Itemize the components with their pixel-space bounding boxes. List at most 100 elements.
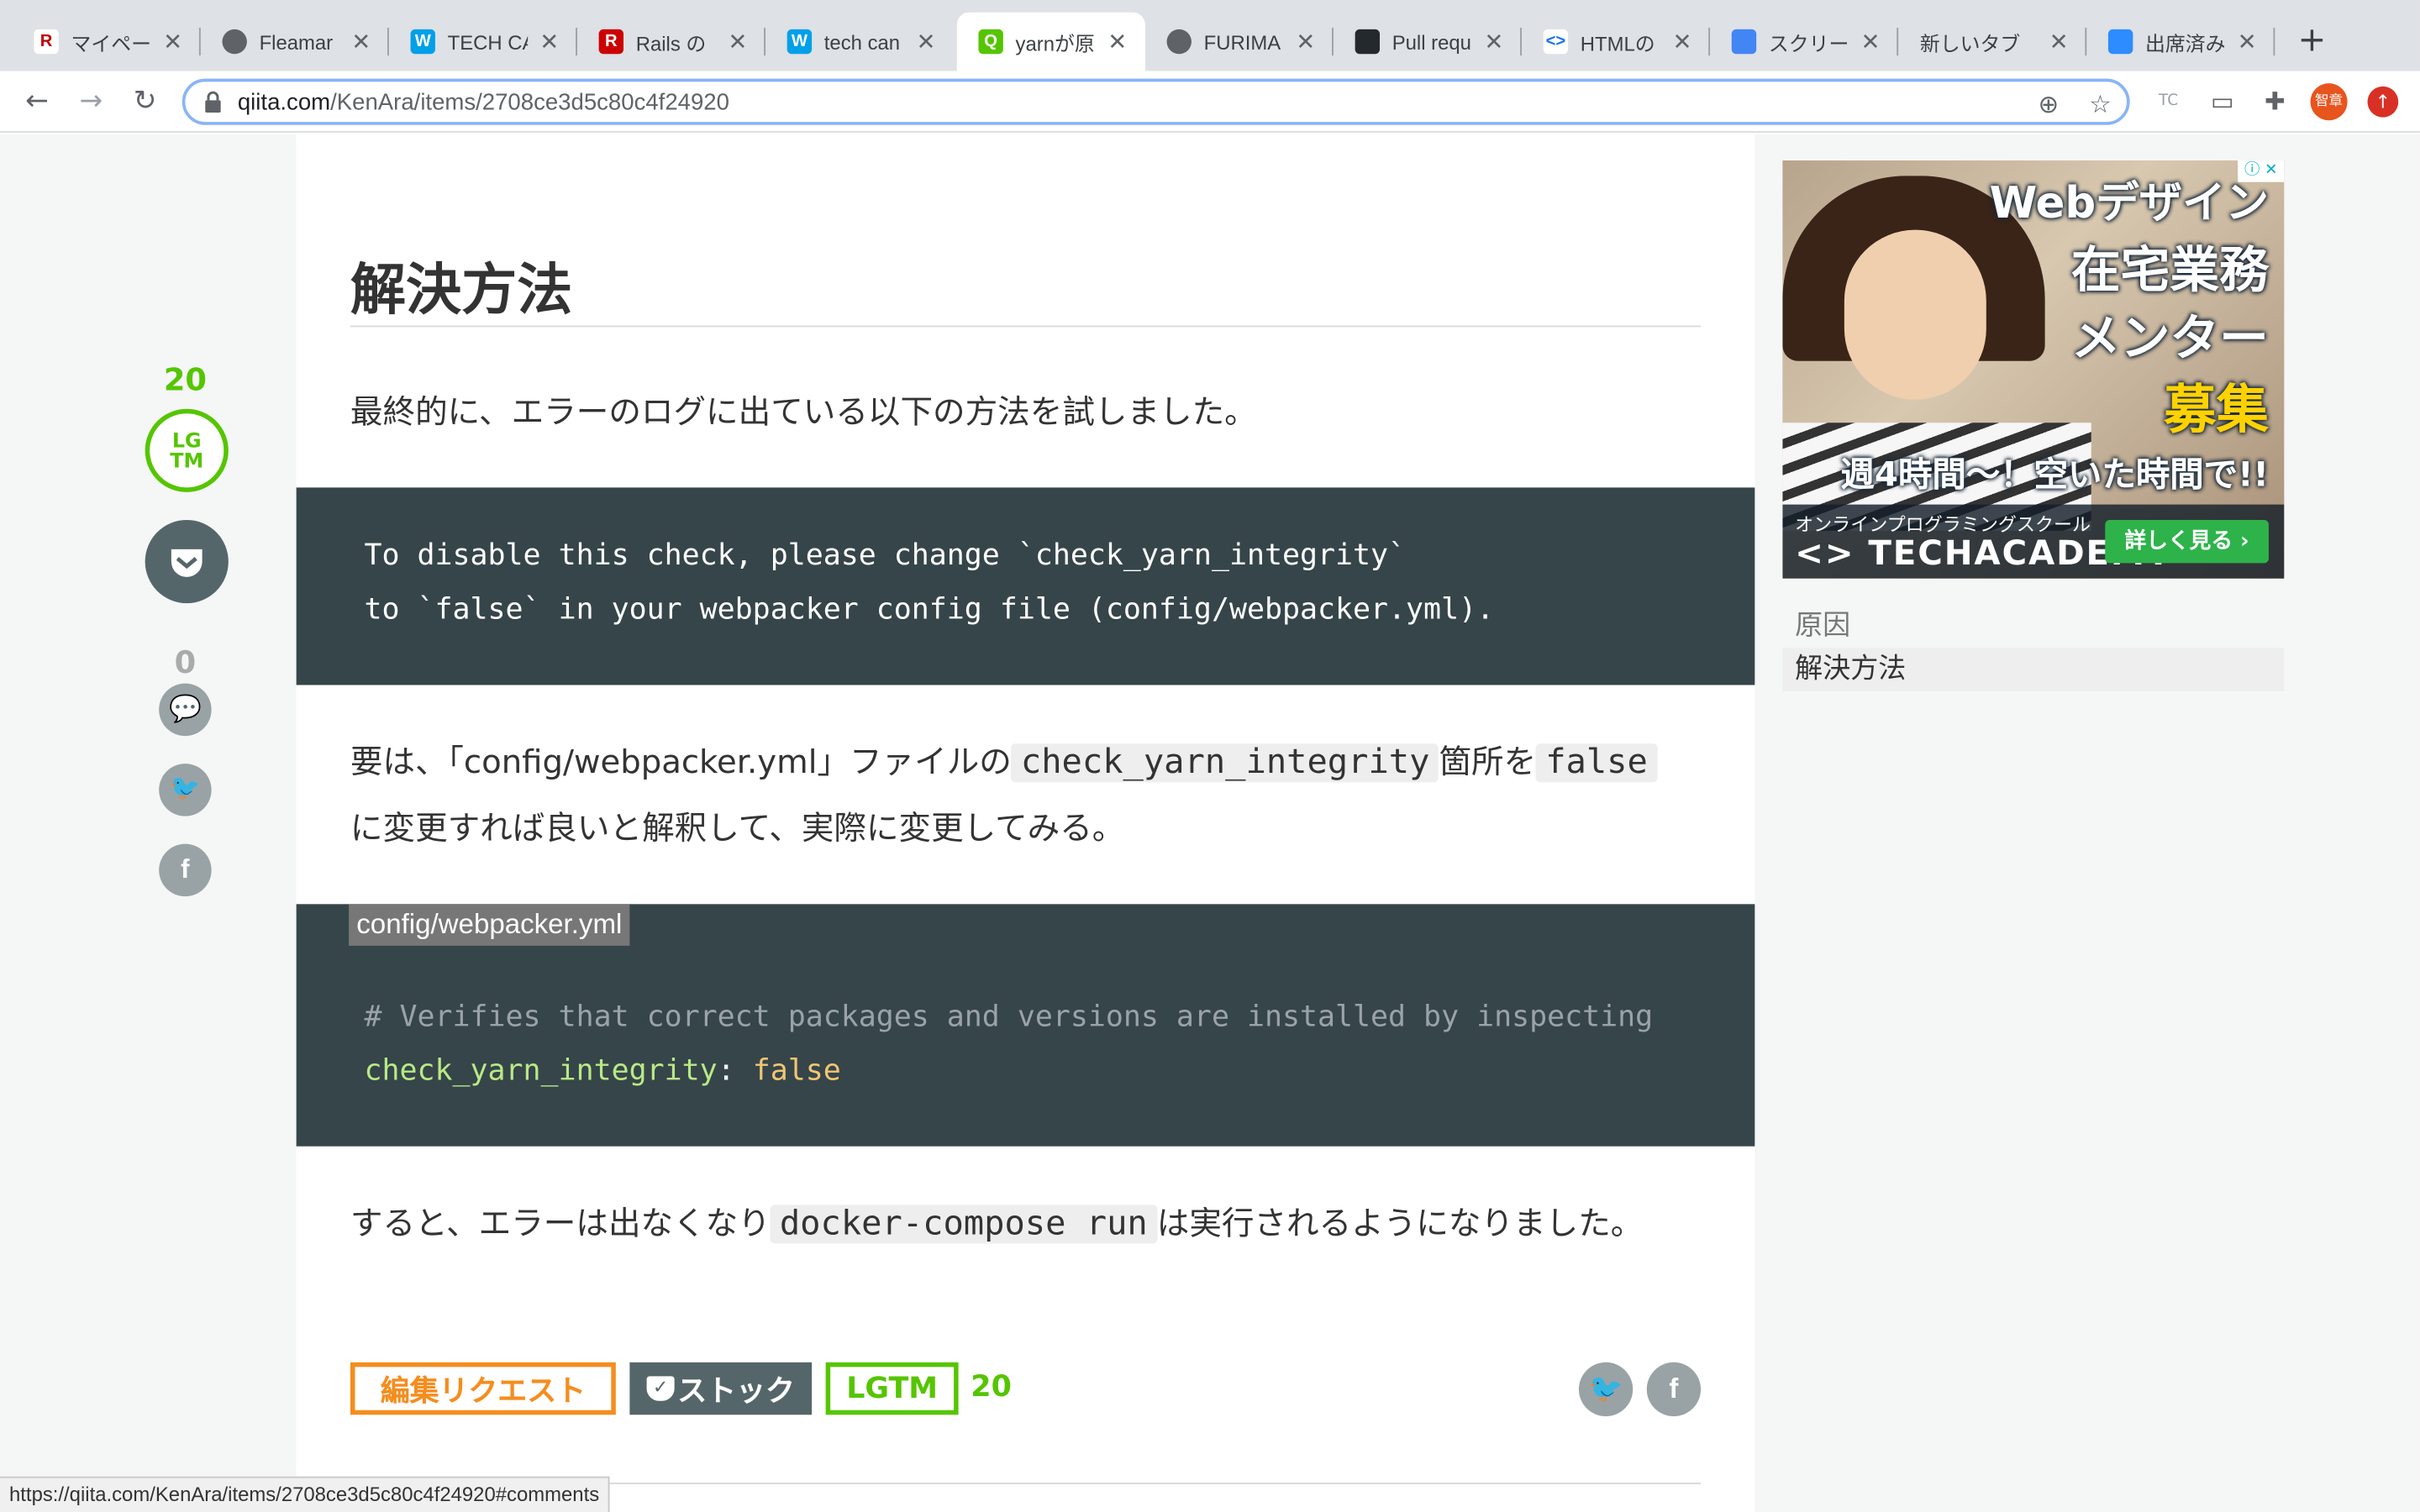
tab-close-icon[interactable]: ✕ xyxy=(725,28,750,55)
share-facebook-icon[interactable]: f xyxy=(1646,1362,1702,1417)
tab-separator xyxy=(1520,28,1522,56)
tab-close-icon[interactable]: ✕ xyxy=(1670,28,1694,55)
add-icon[interactable]: ⊕ xyxy=(2039,90,2060,119)
tab-title: FURIMA xyxy=(1203,29,1281,54)
tab-favicon-icon: W xyxy=(786,29,813,55)
cast-icon[interactable]: ▭ xyxy=(2207,86,2238,118)
twitter-icon[interactable]: 🐦 xyxy=(159,764,212,816)
paragraph-3: すると、エラーは出なくなり docker-compose run は実行されるように… xyxy=(350,1199,1643,1245)
address-bar[interactable]: qiita.com/KenAra/items/2708ce3d5c80c4f24… xyxy=(182,78,2130,125)
stock-label: ストック xyxy=(677,1373,795,1408)
tab-strip: 出席済み ✕ 新しいタブ ✕ スクリー ✕ <> HTMLの ✕ Pull requ ✕ FURIMA… xyxy=(0,0,2420,71)
lgtm-article-button[interactable]: LGTM xyxy=(825,1362,959,1415)
tab-title: HTMLの xyxy=(1580,31,1655,55)
status-bar-url: https://qiita.com/KenAra/items/2708ce3d5… xyxy=(0,1476,611,1512)
tab-title: Fleamar xyxy=(259,29,334,54)
browser-window: 出席済み ✕ 新しいタブ ✕ スクリー ✕ <> HTMLの ✕ Pull requ ✕ FURIMA… xyxy=(0,0,2420,1512)
code-line: To disable this check, please change `ch… xyxy=(364,538,1407,573)
extension-tc-icon[interactable]: TC xyxy=(2153,86,2184,118)
browser-tab[interactable]: R Rails の ✕ xyxy=(577,13,766,71)
browser-tab[interactable]: Qyarnが原 ✕ xyxy=(956,12,1145,71)
tab-separator xyxy=(576,28,577,56)
comment-count: 0 xyxy=(174,643,197,680)
yaml-value: false xyxy=(752,1053,841,1088)
toc-item-active[interactable]: 解決方法 xyxy=(1782,648,2285,691)
tab-close-icon[interactable]: ✕ xyxy=(160,28,185,55)
browser-tab[interactable]: <> HTMLの ✕ xyxy=(1522,13,1711,71)
heading-divider xyxy=(350,325,1702,328)
bookmark-star-icon[interactable]: ☆ xyxy=(2089,90,2111,119)
tab-separator xyxy=(2085,28,2087,56)
text: 箇所を xyxy=(1439,743,1537,781)
text: すると、エラーは出なくなり xyxy=(350,1205,771,1242)
inline-code: docker-compose run xyxy=(770,1205,1157,1244)
ad-text: メンター xyxy=(2070,308,2269,368)
tab-title: Rails の xyxy=(635,31,707,55)
ad-school: オンラインプログラミングスクール xyxy=(1795,513,2091,536)
lgtm-count: 20 xyxy=(163,360,207,398)
stock-button[interactable] xyxy=(145,519,229,604)
tab-close-icon[interactable]: ✕ xyxy=(1858,28,1882,55)
tab-separator xyxy=(387,28,389,56)
browser-tab[interactable]: スクリー ✕ xyxy=(1710,13,1899,71)
tab-close-icon[interactable]: ✕ xyxy=(537,28,561,55)
tab-favicon-icon: R xyxy=(598,29,624,55)
extensions-puzzle-icon[interactable]: ✚ xyxy=(2259,86,2291,118)
update-icon[interactable]: ↑ xyxy=(2367,86,2399,118)
code-block-yaml: config/webpacker.yml # Verifies that cor… xyxy=(296,904,1755,1147)
url-path: /KenAra/items/2708ce3d5c80c4f24920 xyxy=(330,89,729,116)
url-host: qiita.com xyxy=(237,89,331,116)
tab-separator xyxy=(1897,28,1899,56)
facebook-icon[interactable]: f xyxy=(159,843,212,897)
url-text[interactable]: qiita.com/KenAra/items/2708ce3d5c80c4f24… xyxy=(238,90,729,116)
tab-close-icon[interactable]: ✕ xyxy=(1105,28,1129,55)
page-content: 20 LG TM 0 💬 🐦 f 解決方法 最終的に、エラーのログに出ている以下の… xyxy=(0,134,2420,1512)
tab-close-icon[interactable]: ✕ xyxy=(1293,28,1318,55)
browser-tab[interactable]: R マイペー ✕ xyxy=(13,13,201,71)
stock-article-button[interactable]: ✓ ストック xyxy=(629,1362,813,1415)
browser-tab[interactable]: W TECH CA ✕ xyxy=(389,13,577,71)
tab-title: スクリー xyxy=(1768,31,1849,55)
tab-close-icon[interactable]: ✕ xyxy=(349,28,373,55)
tab-favicon-icon xyxy=(1166,29,1192,55)
edit-request-button[interactable]: 編集リクエスト xyxy=(350,1362,616,1415)
new-tab-button[interactable]: + xyxy=(2293,22,2330,60)
tab-title: tech can xyxy=(823,29,901,54)
ad-text: 募集 xyxy=(2164,379,2269,442)
tab-close-icon[interactable]: ✕ xyxy=(1481,28,1506,55)
toc-item[interactable]: 原因 xyxy=(1795,603,1850,643)
tab-close-icon[interactable]: ✕ xyxy=(913,28,938,55)
tab-title: 出席済み xyxy=(2145,31,2226,55)
reload-icon[interactable]: ↻ xyxy=(127,83,164,120)
pocket-icon xyxy=(171,549,203,577)
comment-icon[interactable]: 💬 xyxy=(159,683,212,737)
tab-favicon-icon xyxy=(1731,29,1757,55)
ad-banner[interactable]: Webデザイン 在宅業務 メンター 募集 週4時間〜！空いた時間で!! オンライ… xyxy=(1782,160,2285,579)
browser-tab[interactable]: FURIMA ✕ xyxy=(1145,13,1334,71)
ad-close-icon[interactable]: ⓘ ✕ xyxy=(2238,160,2285,182)
tab-separator xyxy=(1708,28,1711,56)
browser-tab[interactable]: Wtech can ✕ xyxy=(765,13,954,71)
share-twitter-icon[interactable]: 🐦 xyxy=(1578,1362,1634,1417)
browser-tab[interactable]: 新しいタブ ✕ xyxy=(1898,13,2087,71)
profile-avatar[interactable]: 智章 xyxy=(2310,83,2348,121)
ad-cta-button[interactable]: 詳しく見る › xyxy=(2105,519,2269,564)
lock-icon xyxy=(205,91,221,113)
forward-icon[interactable]: → xyxy=(72,83,109,120)
browser-tab[interactable]: 出席済み ✕ xyxy=(2086,13,2275,71)
tab-title: yarnが原 xyxy=(1015,31,1095,55)
ad-text: Webデザイン xyxy=(1989,177,2269,228)
article-body: 解決方法 最終的に、エラーのログに出ている以下の方法を試しました。 To dis… xyxy=(296,134,1755,1512)
paragraph-2: 要は、「config/webpacker.yml」ファイルの check_yarn… xyxy=(350,738,1657,784)
browser-tab[interactable]: Fleamar ✕ xyxy=(201,13,389,71)
tab-close-icon[interactable]: ✕ xyxy=(2235,28,2260,55)
back-icon[interactable]: ← xyxy=(18,83,55,120)
pocket-icon: ✓ xyxy=(646,1376,675,1401)
tab-close-icon[interactable]: ✕ xyxy=(2046,28,2070,55)
lgtm-button[interactable]: LG TM xyxy=(145,408,229,492)
browser-tab[interactable]: Pull requ ✕ xyxy=(1334,13,1522,71)
lgtm-article-count: 20 xyxy=(971,1369,1012,1404)
yaml-key: check_yarn_integrity xyxy=(364,1053,718,1088)
paragraph-2-cont: に変更すれば良いと解釈して、実際に変更してみる。 xyxy=(350,810,1125,848)
tab-title: Pull requ xyxy=(1392,29,1471,54)
